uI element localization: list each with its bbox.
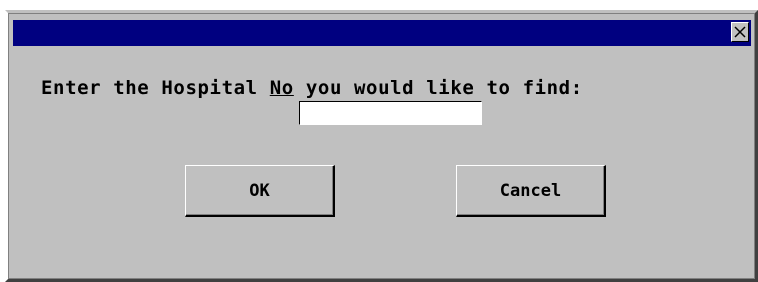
dialog-titlebar[interactable]: [13, 20, 751, 46]
prompt-text-hotkey: No: [269, 77, 294, 99]
close-button[interactable]: [731, 22, 749, 42]
close-icon: [734, 26, 746, 38]
prompt-label: Enter the Hospital No you would like to …: [41, 77, 583, 99]
find-hospital-no-dialog: Enter the Hospital No you would like to …: [5, 10, 758, 282]
prompt-text-start: Enter the Hospital: [41, 77, 270, 99]
ok-button[interactable]: OK: [185, 165, 335, 217]
hospital-no-input[interactable]: [299, 101, 482, 125]
cancel-button[interactable]: Cancel: [456, 165, 606, 217]
prompt-text-end: you would like to find:: [293, 77, 583, 99]
